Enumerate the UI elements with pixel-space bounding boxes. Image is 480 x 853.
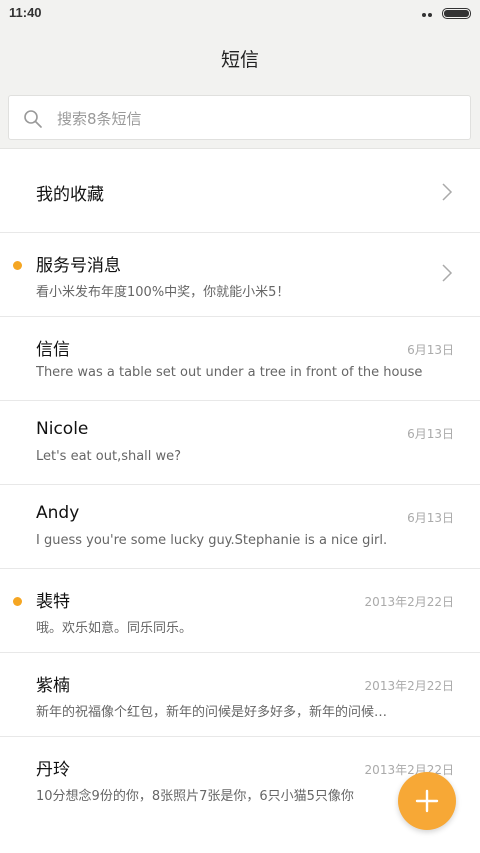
chevron-right-icon xyxy=(442,264,453,282)
plus-icon xyxy=(415,789,439,813)
conversation-item[interactable]: Andy 6月13日 I guess you're some lucky guy… xyxy=(0,485,480,569)
conversation-preview: 看小米发布年度100%中奖，你就能小米5！ xyxy=(36,285,290,300)
unread-dot xyxy=(13,261,22,270)
conversation-name: 服务号消息 xyxy=(36,256,121,276)
conversation-item[interactable]: 紫楠 2013年2月22日 新年的祝福像个红包，新年的问候是好多好多，新年的问候… xyxy=(0,653,480,737)
conversation-name: 信信 xyxy=(36,340,70,360)
search-input[interactable] xyxy=(55,106,459,132)
conversation-item[interactable]: 裴特 2013年2月22日 哦。欢乐如意。同乐同乐。 xyxy=(0,569,480,653)
conversation-preview: I guess you're some lucky guy.Stephanie … xyxy=(36,533,388,548)
conversation-preview: 哦。欢乐如意。同乐同乐。 xyxy=(36,621,193,636)
conversation-preview: 新年的祝福像个红包，新年的问候是好多好多，新年的问候… xyxy=(36,705,388,720)
page-title: 短信 xyxy=(220,49,259,71)
conversation-item[interactable]: 信信 6月13日 There was a table set out under… xyxy=(0,317,480,401)
status-time: 11:40 xyxy=(9,5,42,20)
conversation-date: 2013年2月22日 xyxy=(364,595,454,609)
battery-icon xyxy=(442,8,471,19)
conversation-item[interactable]: 服务号消息 看小米发布年度100%中奖，你就能小米5！ xyxy=(0,233,480,317)
conversation-date: 6月13日 xyxy=(407,343,454,357)
more-dots-icon xyxy=(422,13,438,36)
conversation-date: 6月13日 xyxy=(407,511,454,525)
chevron-right-icon xyxy=(442,183,453,201)
conversation-item[interactable]: Nicole 6月13日 Let's eat out,shall we? xyxy=(0,401,480,485)
conversation-list: 我的收藏 服务号消息 看小米发布年度100%中奖，你就能小米5！ 信信 6月13… xyxy=(0,149,480,821)
unread-dot xyxy=(13,597,22,606)
conversation-date: 2013年2月22日 xyxy=(364,679,454,693)
conversation-name: 丹玲 xyxy=(36,760,70,780)
conversation-name: 紫楠 xyxy=(36,676,70,696)
conversation-name: Nicole xyxy=(36,419,89,439)
conversation-item[interactable]: 我的收藏 xyxy=(0,149,480,233)
status-bar: 11:40 xyxy=(0,0,480,36)
conversation-preview: There was a table set out under a tree i… xyxy=(36,365,423,380)
search-icon xyxy=(24,110,42,128)
conversation-name: 我的收藏 xyxy=(36,185,104,205)
conversation-name: 裴特 xyxy=(36,592,70,612)
new-message-button[interactable] xyxy=(398,772,456,830)
conversation-preview: 10分想念9份的你，8张照片7张是你，6只小猫5只像你 xyxy=(36,789,354,804)
search-area xyxy=(0,88,480,149)
conversation-name: Andy xyxy=(36,503,80,523)
search-box[interactable] xyxy=(8,95,471,140)
conversation-date: 6月13日 xyxy=(407,427,454,441)
conversation-preview: Let's eat out,shall we? xyxy=(36,449,182,464)
title-bar: 短信 xyxy=(0,26,480,88)
